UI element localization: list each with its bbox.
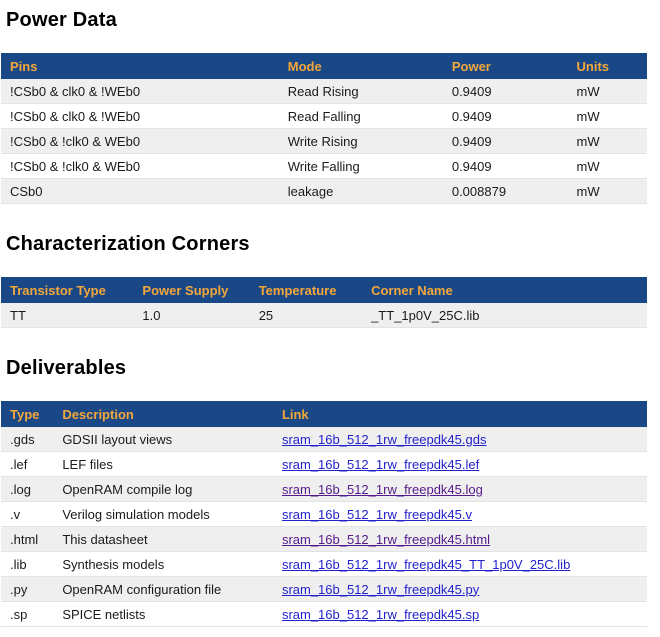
cell-power: 0.9409 (443, 154, 568, 179)
deliverable-link-log[interactable]: sram_16b_512_1rw_freepdk45.log (282, 482, 483, 497)
cell-units: mW (568, 79, 647, 104)
cell-pins: !CSb0 & clk0 & !WEb0 (1, 79, 279, 104)
column-header-link: Link (273, 401, 647, 427)
cell-description: GDSII layout views (53, 427, 273, 452)
table-row: .sp SPICE netlists sram_16b_512_1rw_free… (1, 602, 647, 627)
cell-transistor-type: TT (1, 303, 133, 328)
cell-temperature: 25 (250, 303, 362, 328)
cell-link: sram_16b_512_1rw_freepdk45.gds (273, 427, 647, 452)
table-row: .py OpenRAM configuration file sram_16b_… (1, 577, 647, 602)
cell-link: sram_16b_512_1rw_freepdk45.html (273, 527, 647, 552)
cell-mode: Write Rising (279, 129, 443, 154)
corners-table-header-row: Transistor Type Power Supply Temperature… (1, 277, 647, 303)
cell-power: 0.9409 (443, 104, 568, 129)
deliverable-link-gds[interactable]: sram_16b_512_1rw_freepdk45.gds (282, 432, 487, 447)
column-header-mode: Mode (279, 53, 443, 79)
column-header-transistor-type: Transistor Type (1, 277, 133, 303)
cell-power: 0.008879 (443, 179, 568, 204)
cell-mode: leakage (279, 179, 443, 204)
deliverable-link-py[interactable]: sram_16b_512_1rw_freepdk45.py (282, 582, 479, 597)
cell-link: sram_16b_512_1rw_freepdk45.py (273, 577, 647, 602)
deliverables-table-header-row: Type Description Link (1, 401, 647, 427)
column-header-description: Description (53, 401, 273, 427)
cell-type: .sp (1, 602, 53, 627)
column-header-pins: Pins (1, 53, 279, 79)
column-header-power-supply: Power Supply (133, 277, 249, 303)
cell-units: mW (568, 154, 647, 179)
cell-link: sram_16b_512_1rw_freepdk45.sp (273, 602, 647, 627)
cell-units: mW (568, 179, 647, 204)
deliverable-link-html[interactable]: sram_16b_512_1rw_freepdk45.html (282, 532, 490, 547)
cell-type: .log (1, 477, 53, 502)
table-row: !CSb0 & clk0 & !WEb0 Read Falling 0.9409… (1, 104, 647, 129)
characterization-corners-table: Transistor Type Power Supply Temperature… (1, 277, 647, 328)
cell-corner-name: _TT_1p0V_25C.lib (362, 303, 647, 328)
cell-pins: CSb0 (1, 179, 279, 204)
deliverable-link-v[interactable]: sram_16b_512_1rw_freepdk45.v (282, 507, 472, 522)
table-row: .html This datasheet sram_16b_512_1rw_fr… (1, 527, 647, 552)
characterization-corners-heading: Characterization Corners (6, 233, 647, 255)
deliverables-heading: Deliverables (6, 357, 647, 379)
table-row: CSb0 leakage 0.008879 mW (1, 179, 647, 204)
cell-link: sram_16b_512_1rw_freepdk45.lef (273, 452, 647, 477)
column-header-power: Power (443, 53, 568, 79)
table-row: .lib Synthesis models sram_16b_512_1rw_f… (1, 552, 647, 577)
table-row: .gds GDSII layout views sram_16b_512_1rw… (1, 427, 647, 452)
cell-description: This datasheet (53, 527, 273, 552)
table-row: !CSb0 & clk0 & !WEb0 Read Rising 0.9409 … (1, 79, 647, 104)
column-header-corner-name: Corner Name (362, 277, 647, 303)
cell-link: sram_16b_512_1rw_freepdk45.v (273, 502, 647, 527)
deliverables-table: Type Description Link .gds GDSII layout … (1, 401, 647, 627)
cell-pins: !CSb0 & !clk0 & WEb0 (1, 154, 279, 179)
table-row: !CSb0 & !clk0 & WEb0 Write Rising 0.9409… (1, 129, 647, 154)
cell-mode: Read Rising (279, 79, 443, 104)
deliverable-link-sp[interactable]: sram_16b_512_1rw_freepdk45.sp (282, 607, 479, 622)
table-row: .lef LEF files sram_16b_512_1rw_freepdk4… (1, 452, 647, 477)
power-table-header-row: Pins Mode Power Units (1, 53, 647, 79)
cell-type: .lef (1, 452, 53, 477)
cell-mode: Write Falling (279, 154, 443, 179)
column-header-units: Units (568, 53, 647, 79)
cell-description: Verilog simulation models (53, 502, 273, 527)
cell-link: sram_16b_512_1rw_freepdk45.log (273, 477, 647, 502)
cell-description: LEF files (53, 452, 273, 477)
cell-type: .v (1, 502, 53, 527)
cell-description: OpenRAM configuration file (53, 577, 273, 602)
column-header-temperature: Temperature (250, 277, 362, 303)
cell-type: .lib (1, 552, 53, 577)
cell-type: .py (1, 577, 53, 602)
cell-description: Synthesis models (53, 552, 273, 577)
column-header-type: Type (1, 401, 53, 427)
datasheet-page: Power Data Pins Mode Power Units !CSb0 &… (0, 0, 660, 637)
cell-link: sram_16b_512_1rw_freepdk45_TT_1p0V_25C.l… (273, 552, 647, 577)
cell-pins: !CSb0 & !clk0 & WEb0 (1, 129, 279, 154)
cell-mode: Read Falling (279, 104, 443, 129)
cell-power: 0.9409 (443, 79, 568, 104)
cell-pins: !CSb0 & clk0 & !WEb0 (1, 104, 279, 129)
cell-power-supply: 1.0 (133, 303, 249, 328)
deliverable-link-lef[interactable]: sram_16b_512_1rw_freepdk45.lef (282, 457, 479, 472)
cell-type: .gds (1, 427, 53, 452)
cell-units: mW (568, 129, 647, 154)
power-data-table: Pins Mode Power Units !CSb0 & clk0 & !WE… (1, 53, 647, 204)
cell-type: .html (1, 527, 53, 552)
table-row: .v Verilog simulation models sram_16b_51… (1, 502, 647, 527)
cell-description: SPICE netlists (53, 602, 273, 627)
table-row: !CSb0 & !clk0 & WEb0 Write Falling 0.940… (1, 154, 647, 179)
table-row: .log OpenRAM compile log sram_16b_512_1r… (1, 477, 647, 502)
cell-description: OpenRAM compile log (53, 477, 273, 502)
table-row: TT 1.0 25 _TT_1p0V_25C.lib (1, 303, 647, 328)
cell-power: 0.9409 (443, 129, 568, 154)
cell-units: mW (568, 104, 647, 129)
deliverable-link-lib[interactable]: sram_16b_512_1rw_freepdk45_TT_1p0V_25C.l… (282, 557, 570, 572)
power-data-heading: Power Data (6, 9, 647, 31)
